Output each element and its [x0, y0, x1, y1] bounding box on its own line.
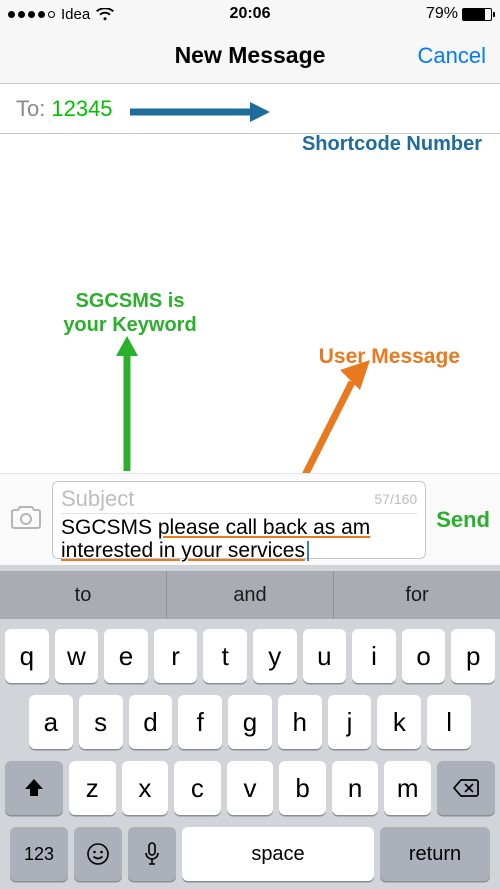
- suggestion-2[interactable]: and: [167, 571, 334, 619]
- key-q[interactable]: q: [5, 629, 49, 683]
- backspace-icon: [453, 778, 479, 798]
- key-mic[interactable]: [128, 827, 176, 881]
- key-backspace[interactable]: [437, 761, 495, 815]
- key-row-3: z x c v b n m: [5, 761, 495, 815]
- phone-screen: Idea 20:06 79% New Message Cancel To: 12…: [0, 0, 500, 889]
- cancel-button[interactable]: Cancel: [418, 43, 486, 69]
- key-emoji[interactable]: [74, 827, 122, 881]
- key-k[interactable]: k: [377, 695, 421, 749]
- battery-percent: 79%: [426, 5, 458, 23]
- key-f[interactable]: f: [178, 695, 222, 749]
- annotation-shortcode: Shortcode Number: [302, 132, 482, 156]
- suggestion-1[interactable]: to: [0, 571, 167, 619]
- key-b[interactable]: b: [279, 761, 326, 815]
- key-h[interactable]: h: [278, 695, 322, 749]
- key-m[interactable]: m: [384, 761, 431, 815]
- suggestion-3[interactable]: for: [334, 571, 500, 619]
- key-c[interactable]: c: [174, 761, 221, 815]
- send-button[interactable]: Send: [436, 507, 490, 533]
- signal-dots-icon: [8, 11, 55, 18]
- char-count: 57/160: [374, 491, 417, 507]
- key-row-4: 123 space return: [5, 827, 495, 881]
- key-row-2: a s d f g h j k l: [5, 695, 495, 749]
- message-input[interactable]: Subject 57/160 SGCSMS please call back a…: [52, 481, 426, 559]
- key-return[interactable]: return: [380, 827, 490, 881]
- key-row-1: q w e r t y u i o p: [5, 629, 495, 683]
- compose-row: Subject 57/160 SGCSMS please call back a…: [0, 473, 500, 565]
- shift-icon: [23, 777, 45, 799]
- key-j[interactable]: j: [328, 695, 372, 749]
- key-123[interactable]: 123: [10, 827, 68, 881]
- arrow-shortcode-icon: [130, 102, 270, 122]
- key-o[interactable]: o: [402, 629, 446, 683]
- status-right: 79%: [426, 5, 492, 23]
- mic-icon: [144, 842, 160, 866]
- key-z[interactable]: z: [69, 761, 116, 815]
- key-l[interactable]: l: [427, 695, 471, 749]
- key-n[interactable]: n: [332, 761, 379, 815]
- message-text: SGCSMS please call back as aminterested …: [61, 514, 417, 563]
- key-i[interactable]: i: [352, 629, 396, 683]
- keyboard: to and for q w e r t y u i o p a s d f: [0, 565, 500, 889]
- arrow-keyword-icon: [116, 336, 138, 476]
- page-title: New Message: [175, 42, 326, 69]
- key-g[interactable]: g: [228, 695, 272, 749]
- subject-placeholder: Subject: [61, 486, 134, 512]
- key-a[interactable]: a: [29, 695, 73, 749]
- battery-icon: [462, 8, 492, 21]
- key-space[interactable]: space: [182, 827, 374, 881]
- text-cursor-icon: [307, 541, 309, 561]
- to-label: To:: [16, 96, 45, 122]
- key-d[interactable]: d: [129, 695, 173, 749]
- key-w[interactable]: w: [55, 629, 99, 683]
- key-x[interactable]: x: [122, 761, 169, 815]
- to-value: 12345: [51, 96, 112, 122]
- key-v[interactable]: v: [227, 761, 274, 815]
- message-area: Shortcode Number SGCSMS is your Keyword …: [0, 134, 500, 565]
- key-e[interactable]: e: [104, 629, 148, 683]
- carrier-label: Idea: [61, 6, 90, 23]
- camera-icon[interactable]: [10, 504, 42, 535]
- status-bar: Idea 20:06 79%: [0, 0, 500, 28]
- status-left: Idea: [8, 6, 114, 23]
- key-s[interactable]: s: [79, 695, 123, 749]
- wifi-icon: [96, 8, 114, 21]
- key-p[interactable]: p: [451, 629, 495, 683]
- key-shift[interactable]: [5, 761, 63, 815]
- key-r[interactable]: r: [154, 629, 198, 683]
- nav-bar: New Message Cancel: [0, 28, 500, 84]
- status-time: 20:06: [230, 5, 271, 23]
- key-y[interactable]: y: [253, 629, 297, 683]
- emoji-icon: [86, 842, 110, 866]
- key-t[interactable]: t: [203, 629, 247, 683]
- suggestion-row: to and for: [0, 571, 500, 619]
- key-u[interactable]: u: [303, 629, 347, 683]
- annotation-keyword: SGCSMS is your Keyword: [50, 289, 210, 337]
